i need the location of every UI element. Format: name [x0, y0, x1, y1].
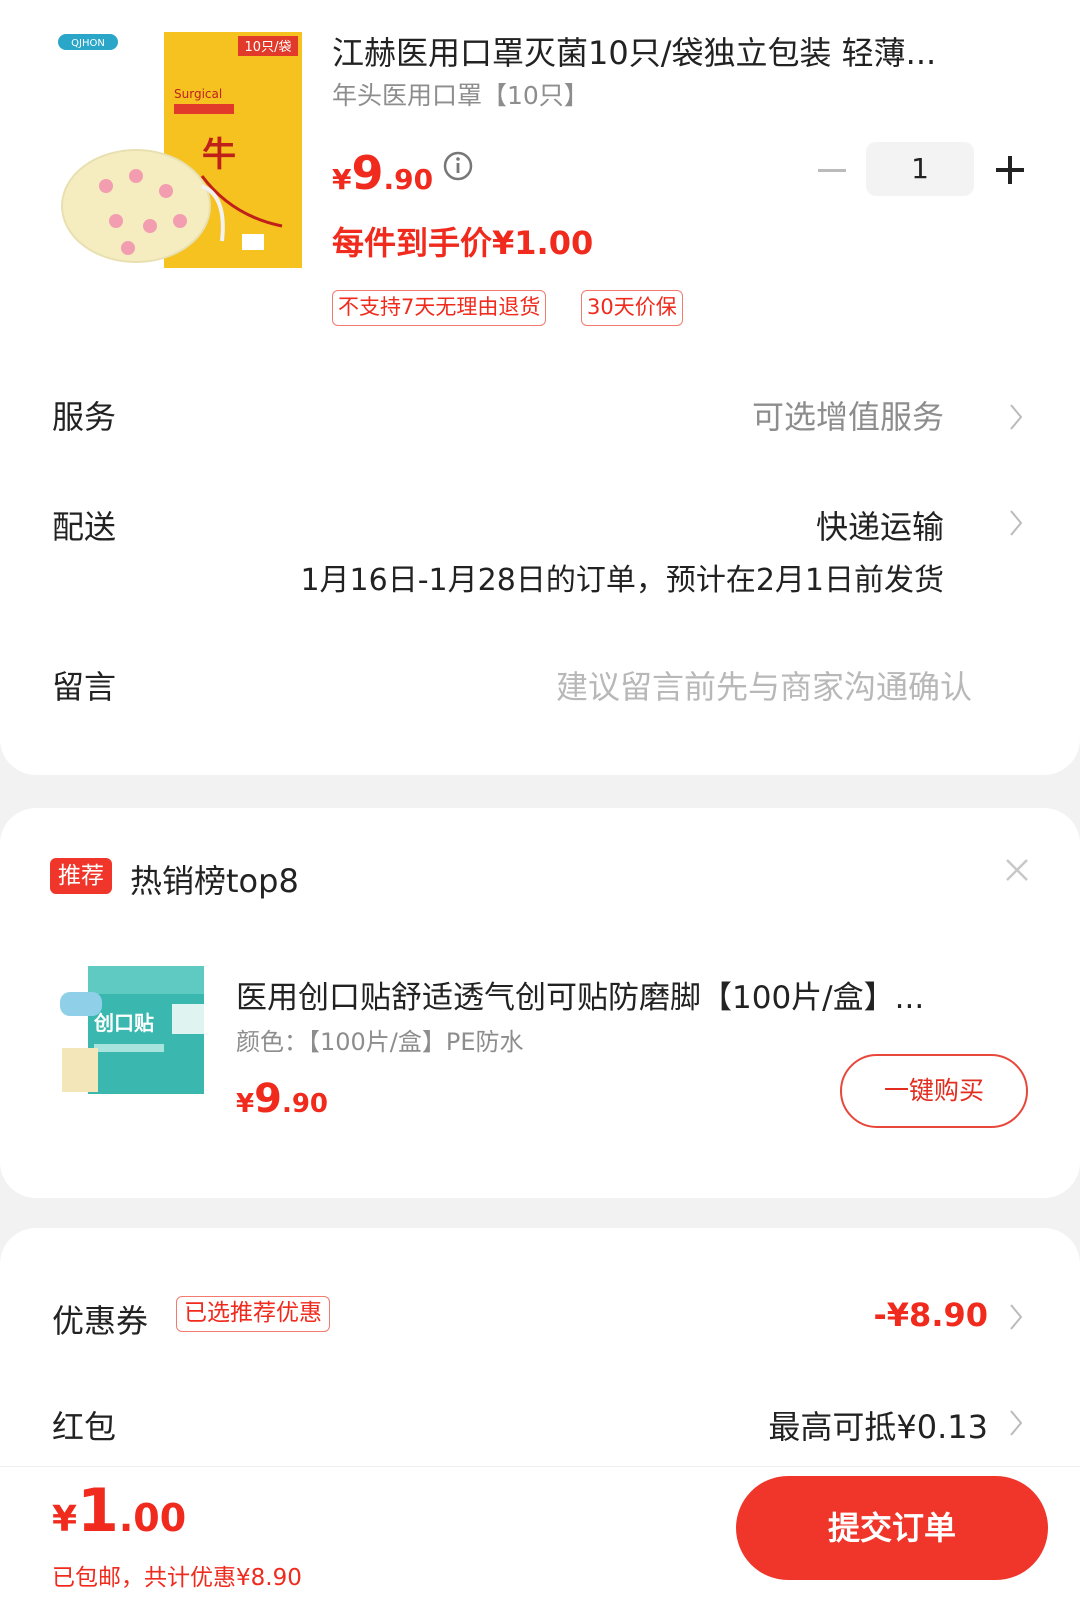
recommend-title: 热销榜top8	[130, 862, 299, 900]
price-currency: ¥	[236, 1089, 255, 1119]
svg-text:QJHON: QJHON	[71, 38, 105, 49]
coupon-label: 优惠券	[52, 1302, 149, 1340]
svg-text:牛: 牛	[202, 135, 236, 175]
info-icon[interactable]	[442, 150, 474, 182]
svg-text:Surgical: Surgical	[174, 87, 222, 101]
recommend-product-price: ¥9.90	[236, 1076, 328, 1122]
final-unit-price: 每件到手价¥1.00	[332, 224, 594, 262]
message-input[interactable]: 建议留言前先与商家沟通确认	[556, 662, 972, 708]
product-title[interactable]: 江赫医用口罩灭菌10只/袋独立包装 轻薄...	[332, 28, 1022, 74]
recommend-product-spec: 颜色：【100片/盒】PE防水	[236, 1028, 524, 1056]
chevron-right-icon[interactable]	[1008, 1408, 1024, 1438]
delivery-method[interactable]: 快递运输	[816, 502, 944, 548]
recommend-product-image[interactable]: 创口贴	[52, 952, 212, 1112]
one-click-buy-button[interactable]: 一键购买	[840, 1054, 1028, 1128]
product-image[interactable]: QJHON 10只/袋 Surgical 牛	[52, 26, 308, 282]
total-price: ¥1.00	[52, 1476, 186, 1546]
submit-order-button[interactable]: 提交订单	[736, 1476, 1048, 1580]
coupon-value[interactable]: -¥8.90	[874, 1296, 989, 1334]
delivery-estimate: 1月16日-1月28日的订单，预计在2月1日前发货	[300, 563, 944, 598]
chevron-right-icon[interactable]	[1008, 508, 1024, 538]
shipping-discount-note: 已包邮，共计优惠¥8.90	[52, 1565, 302, 1591]
price-protect-tag: 30天价保	[581, 290, 683, 326]
price-decimal: .90	[383, 163, 434, 196]
product-spec[interactable]: 年头医用口罩【10只】	[332, 76, 589, 112]
price-decimal: .90	[281, 1089, 328, 1119]
service-value[interactable]: 可选增值服务	[752, 392, 944, 438]
message-label: 留言	[52, 668, 117, 706]
quantity-input[interactable]: 1	[866, 142, 974, 196]
recommend-badge: 推荐	[50, 858, 112, 894]
price-currency: ¥	[52, 1499, 78, 1540]
svg-text:10只/袋: 10只/袋	[245, 40, 292, 55]
chevron-right-icon[interactable]	[1008, 402, 1024, 432]
recommend-product-name[interactable]: 医用创口贴舒适透气创可贴防磨脚【100片/盒】...	[236, 972, 1026, 1017]
product-price: ¥9.90	[332, 146, 433, 200]
coupon-selected-tag: 已选推荐优惠	[176, 1296, 330, 1332]
service-label: 服务	[52, 398, 117, 436]
delivery-label: 配送	[52, 508, 117, 546]
price-integer: 1	[77, 1476, 119, 1546]
price-integer: 9	[254, 1076, 282, 1122]
price-decimal: .00	[118, 1496, 187, 1540]
price-currency: ¥	[332, 163, 352, 196]
increase-quantity-button[interactable]	[990, 150, 1030, 190]
svg-text:创口贴: 创口贴	[93, 1011, 154, 1035]
price-integer: 9	[351, 146, 384, 200]
close-icon[interactable]	[1004, 857, 1030, 883]
no-return-tag: 不支持7天无理由退货	[332, 290, 547, 326]
decrease-quantity-button[interactable]	[812, 152, 852, 188]
chevron-right-icon[interactable]	[1008, 1302, 1024, 1332]
red-packet-label: 红包	[52, 1408, 117, 1446]
product-card: QJHON 10只/袋 Surgical 牛 江赫医用口罩灭菌10只/袋独立包装…	[0, 0, 1080, 775]
red-packet-value[interactable]: 最高可抵¥0.13	[768, 1402, 988, 1448]
